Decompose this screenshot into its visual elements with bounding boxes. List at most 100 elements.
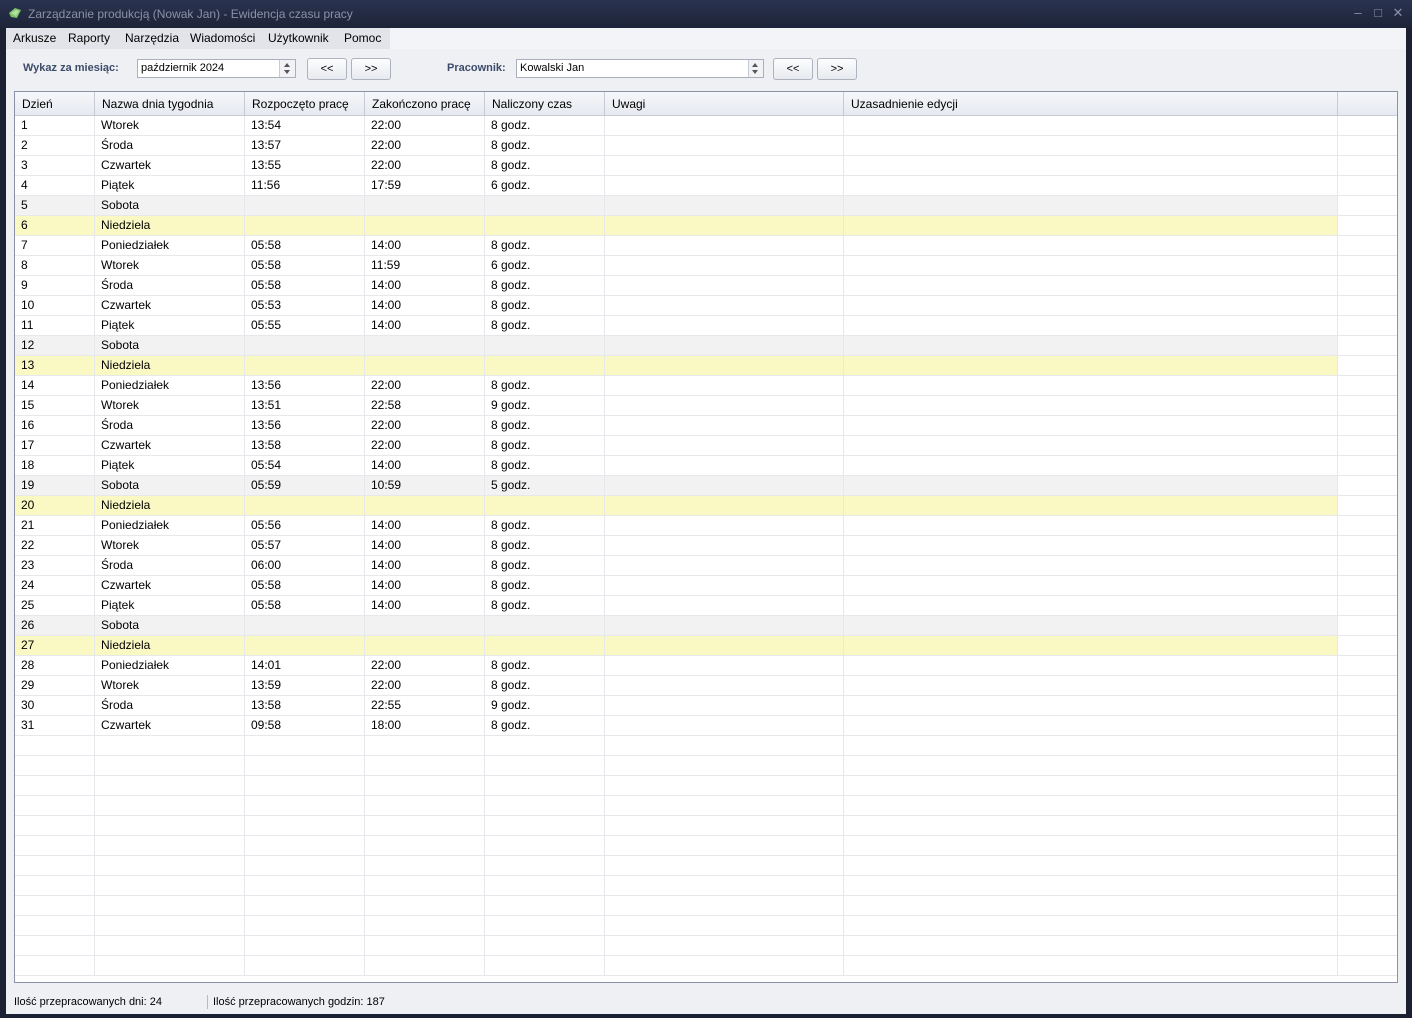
cell-notes[interactable] <box>605 556 844 575</box>
cell-reason[interactable] <box>844 676 1338 695</box>
table-row[interactable]: 15 Wtorek 13:51 22:58 9 godz. <box>15 396 1397 416</box>
cell-notes[interactable] <box>605 756 844 775</box>
cell-end[interactable]: 14:00 <box>365 316 485 335</box>
cell-reason[interactable] <box>844 156 1338 175</box>
cell-start[interactable]: 05:58 <box>245 596 365 615</box>
cell-start[interactable] <box>245 496 365 515</box>
cell-name[interactable]: Czwartek <box>95 436 245 455</box>
cell-notes[interactable] <box>605 456 844 475</box>
cell-reason[interactable] <box>844 836 1338 855</box>
cell-end[interactable] <box>365 936 485 955</box>
cell-time[interactable]: 8 godz. <box>485 676 605 695</box>
cell-time[interactable]: 8 godz. <box>485 136 605 155</box>
cell-start[interactable] <box>245 956 365 975</box>
table-row[interactable]: 17 Czwartek 13:58 22:00 8 godz. <box>15 436 1397 456</box>
table-row[interactable]: 10 Czwartek 05:53 14:00 8 godz. <box>15 296 1397 316</box>
column-header-notes[interactable]: Uwagi <box>605 92 844 116</box>
cell-reason[interactable] <box>844 216 1338 235</box>
cell-name[interactable]: Środa <box>95 696 245 715</box>
cell-reason[interactable] <box>844 856 1338 875</box>
cell-day[interactable]: 9 <box>15 276 95 295</box>
cell-notes[interactable] <box>605 116 844 135</box>
table-row[interactable]: 23 Środa 06:00 14:00 8 godz. <box>15 556 1397 576</box>
cell-time[interactable]: 8 godz. <box>485 436 605 455</box>
cell-time[interactable]: 8 godz. <box>485 596 605 615</box>
cell-end[interactable] <box>365 736 485 755</box>
cell-notes[interactable] <box>605 676 844 695</box>
cell-start[interactable]: 13:55 <box>245 156 365 175</box>
cell-day[interactable] <box>15 796 95 815</box>
next-month-button[interactable]: >> <box>351 58 391 80</box>
cell-start[interactable] <box>245 756 365 775</box>
cell-notes[interactable] <box>605 436 844 455</box>
minimize-icon[interactable]: – <box>1350 5 1366 21</box>
cell-time[interactable] <box>485 196 605 215</box>
cell-name[interactable]: Wtorek <box>95 256 245 275</box>
cell-day[interactable]: 21 <box>15 516 95 535</box>
cell-reason[interactable] <box>844 356 1338 375</box>
cell-day[interactable]: 20 <box>15 496 95 515</box>
cell-day[interactable]: 2 <box>15 136 95 155</box>
cell-start[interactable]: 05:54 <box>245 456 365 475</box>
cell-start[interactable]: 05:56 <box>245 516 365 535</box>
cell-reason[interactable] <box>844 596 1338 615</box>
cell-day[interactable]: 24 <box>15 576 95 595</box>
cell-notes[interactable] <box>605 836 844 855</box>
table-row[interactable]: 24 Czwartek 05:58 14:00 8 godz. <box>15 576 1397 596</box>
cell-start[interactable] <box>245 736 365 755</box>
cell-name[interactable]: Wtorek <box>95 396 245 415</box>
table-row[interactable]: 1 Wtorek 13:54 22:00 8 godz. <box>15 116 1397 136</box>
cell-name[interactable] <box>95 956 245 975</box>
table-row[interactable]: 25 Piątek 05:58 14:00 8 godz. <box>15 596 1397 616</box>
cell-start[interactable]: 05:58 <box>245 276 365 295</box>
employee-dropdown-button[interactable] <box>748 60 763 77</box>
cell-notes[interactable] <box>605 396 844 415</box>
cell-end[interactable] <box>365 776 485 795</box>
cell-time[interactable] <box>485 756 605 775</box>
cell-reason[interactable] <box>844 456 1338 475</box>
cell-reason[interactable] <box>844 416 1338 435</box>
cell-time[interactable]: 8 godz. <box>485 516 605 535</box>
table-row[interactable]: 16 Środa 13:56 22:00 8 godz. <box>15 416 1397 436</box>
cell-start[interactable]: 05:55 <box>245 316 365 335</box>
cell-start[interactable]: 13:57 <box>245 136 365 155</box>
cell-end[interactable]: 14:00 <box>365 556 485 575</box>
cell-time[interactable] <box>485 496 605 515</box>
cell-day[interactable]: 11 <box>15 316 95 335</box>
cell-notes[interactable] <box>605 896 844 915</box>
cell-end[interactable] <box>365 896 485 915</box>
cell-reason[interactable] <box>844 956 1338 975</box>
cell-name[interactable]: Piątek <box>95 176 245 195</box>
cell-time[interactable] <box>485 736 605 755</box>
cell-name[interactable] <box>95 776 245 795</box>
cell-notes[interactable] <box>605 496 844 515</box>
cell-end[interactable] <box>365 616 485 635</box>
cell-start[interactable] <box>245 936 365 955</box>
cell-day[interactable]: 4 <box>15 176 95 195</box>
cell-name[interactable] <box>95 756 245 775</box>
cell-start[interactable]: 05:59 <box>245 476 365 495</box>
cell-notes[interactable] <box>605 376 844 395</box>
cell-start[interactable]: 05:58 <box>245 256 365 275</box>
cell-time[interactable] <box>485 356 605 375</box>
table-row[interactable]: 14 Poniedziałek 13:56 22:00 8 godz. <box>15 376 1397 396</box>
cell-reason[interactable] <box>844 516 1338 535</box>
cell-name[interactable]: Sobota <box>95 196 245 215</box>
cell-time[interactable]: 9 godz. <box>485 396 605 415</box>
cell-time[interactable]: 8 godz. <box>485 296 605 315</box>
column-header-end[interactable]: Zakończono pracę <box>365 92 485 116</box>
close-icon[interactable]: ✕ <box>1390 5 1406 21</box>
cell-reason[interactable] <box>844 936 1338 955</box>
cell-reason[interactable] <box>844 476 1338 495</box>
cell-day[interactable] <box>15 956 95 975</box>
cell-name[interactable]: Czwartek <box>95 296 245 315</box>
cell-start[interactable] <box>245 856 365 875</box>
table-row[interactable]: 2 Środa 13:57 22:00 8 godz. <box>15 136 1397 156</box>
cell-time[interactable]: 8 godz. <box>485 456 605 475</box>
cell-name[interactable] <box>95 796 245 815</box>
cell-end[interactable]: 14:00 <box>365 576 485 595</box>
cell-start[interactable] <box>245 816 365 835</box>
cell-end[interactable] <box>365 496 485 515</box>
cell-start[interactable] <box>245 216 365 235</box>
cell-notes[interactable] <box>605 536 844 555</box>
